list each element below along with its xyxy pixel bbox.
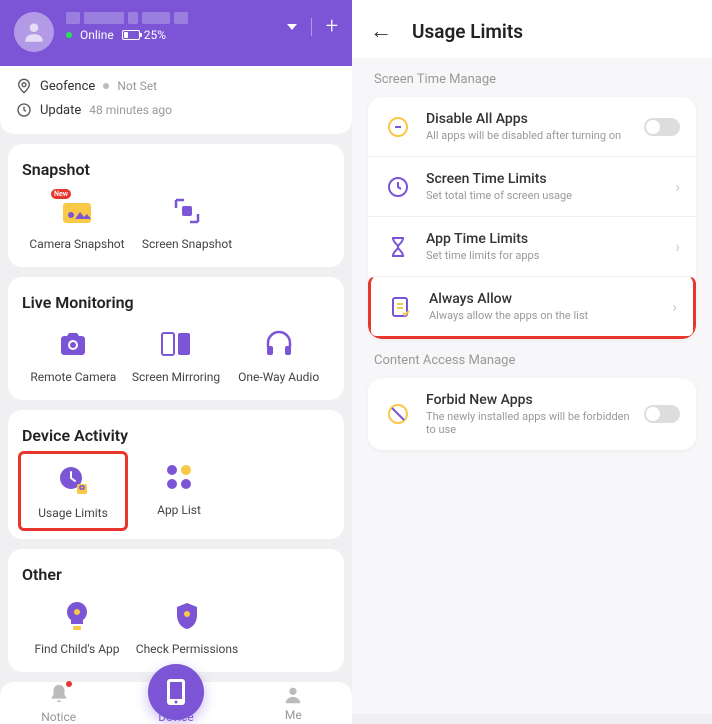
content-access-card: Forbid New Apps The newly installed apps… xyxy=(368,378,696,450)
online-dot-icon xyxy=(66,32,72,38)
phone-icon xyxy=(165,677,187,707)
lightbulb-icon xyxy=(59,598,95,634)
dot-icon xyxy=(103,83,109,89)
screen-snapshot-label: Screen Snapshot xyxy=(142,237,232,251)
snapshot-card: Snapshot New Camera Snapshot Screen Snap… xyxy=(8,144,344,267)
app-list-label: App List xyxy=(157,503,201,517)
disable-all-toggle[interactable] xyxy=(644,118,680,136)
camera-snapshot-label: Camera Snapshot xyxy=(29,237,124,251)
geofence-icon xyxy=(16,78,32,94)
always-allow-item[interactable]: Always Allow Always allow the apps on th… xyxy=(368,276,696,339)
new-badge: New xyxy=(51,189,71,199)
update-row[interactable]: Update 48 minutes ago xyxy=(16,98,336,122)
chevron-right-icon: › xyxy=(675,237,680,256)
screen-time-title: Screen Time Limits xyxy=(426,171,661,187)
checklist-icon xyxy=(387,293,415,321)
separator xyxy=(311,18,312,36)
one-way-audio-label: One-Way Audio xyxy=(238,370,319,384)
section-content-access-manage: Content Access Manage xyxy=(368,339,696,378)
screen-mirroring-icon xyxy=(158,326,194,362)
forbid-icon xyxy=(384,400,412,428)
chevron-right-icon: › xyxy=(675,177,680,196)
other-title: Other xyxy=(22,565,330,584)
forbid-new-sub: The newly installed apps will be forbidd… xyxy=(426,410,630,436)
screen-mirroring-label: Screen Mirroring xyxy=(132,370,220,384)
geofence-value: Not Set xyxy=(117,79,157,93)
forbid-new-title: Forbid New Apps xyxy=(426,392,630,408)
check-permissions-tile[interactable]: Check Permissions xyxy=(132,598,242,656)
clock-icon xyxy=(384,173,412,201)
chevron-right-icon: › xyxy=(672,297,677,316)
online-status: Online xyxy=(80,28,114,42)
back-button[interactable]: ← xyxy=(370,18,392,44)
screen-mirroring-tile[interactable]: Screen Mirroring xyxy=(125,326,228,384)
screen-time-sub: Set total time of screen usage xyxy=(426,189,661,202)
forbid-new-apps-item[interactable]: Forbid New Apps The newly installed apps… xyxy=(368,378,696,450)
camera-snapshot-tile[interactable]: New Camera Snapshot xyxy=(22,193,132,251)
geofence-row[interactable]: Geofence Not Set xyxy=(16,74,336,98)
check-permissions-label: Check Permissions xyxy=(136,642,238,656)
person-icon xyxy=(282,684,304,706)
battery-indicator: 25% xyxy=(122,28,166,42)
find-child-app-tile[interactable]: Find Child's App xyxy=(22,598,132,656)
disable-icon xyxy=(384,113,412,141)
notification-dot xyxy=(66,681,72,687)
screen-time-card: Disable All Apps All apps will be disabl… xyxy=(368,97,696,339)
shield-icon xyxy=(169,598,205,634)
disable-all-sub: All apps will be disabled after turning … xyxy=(426,129,630,142)
live-monitoring-card: Live Monitoring Remote Camera Screen Mir… xyxy=(8,277,344,400)
nav-me[interactable]: Me xyxy=(248,684,338,722)
screen-snapshot-tile[interactable]: Screen Snapshot xyxy=(132,193,242,251)
app-time-limits-item[interactable]: App Time Limits Set time limits for apps… xyxy=(368,216,696,276)
profile-header: Online 25% + xyxy=(0,0,352,66)
bottom-nav: Notice Device Me xyxy=(0,682,352,724)
remote-camera-tile[interactable]: Remote Camera xyxy=(22,326,125,384)
one-way-audio-tile[interactable]: One-Way Audio xyxy=(227,326,330,384)
usage-limits-tile[interactable]: Usage Limits xyxy=(18,451,128,531)
disable-all-apps-item[interactable]: Disable All Apps All apps will be disabl… xyxy=(368,97,696,156)
snapshot-title: Snapshot xyxy=(22,160,330,179)
remote-camera-label: Remote Camera xyxy=(30,370,116,384)
camera-icon xyxy=(55,326,91,362)
screen-snapshot-icon xyxy=(169,193,205,229)
app-list-icon xyxy=(161,459,197,495)
hourglass-icon xyxy=(384,233,412,261)
section-screen-time-manage: Screen Time Manage xyxy=(368,58,696,97)
other-card: Other Find Child's App Check Permissions xyxy=(8,549,344,672)
dropdown-icon[interactable] xyxy=(287,24,297,30)
clock-icon xyxy=(16,102,32,118)
nav-notice[interactable]: Notice xyxy=(14,683,104,724)
update-value: 48 minutes ago xyxy=(89,103,172,117)
app-time-title: App Time Limits xyxy=(426,231,661,247)
usage-limits-label: Usage Limits xyxy=(38,506,108,520)
nav-device-button[interactable] xyxy=(148,664,204,720)
disable-all-title: Disable All Apps xyxy=(426,111,630,127)
add-button[interactable]: + xyxy=(326,16,338,38)
always-allow-sub: Always allow the apps on the list xyxy=(429,309,658,322)
app-time-sub: Set time limits for apps xyxy=(426,249,661,262)
avatar[interactable] xyxy=(14,12,54,52)
status-card: Geofence Not Set Update 48 minutes ago xyxy=(0,66,352,134)
device-activity-card: Device Activity Usage Limits App List xyxy=(8,410,344,539)
geofence-label: Geofence xyxy=(40,79,95,94)
camera-snapshot-icon: New xyxy=(59,193,95,229)
page-title: Usage Limits xyxy=(412,20,523,43)
usage-limits-icon xyxy=(55,462,91,498)
nav-notice-label: Notice xyxy=(41,710,76,724)
bell-icon xyxy=(48,683,70,708)
screen-time-limits-item[interactable]: Screen Time Limits Set total time of scr… xyxy=(368,156,696,216)
find-child-label: Find Child's App xyxy=(34,642,119,656)
nav-me-label: Me xyxy=(285,708,302,722)
device-activity-title: Device Activity xyxy=(22,426,330,445)
app-list-tile[interactable]: App List xyxy=(124,459,234,523)
right-header: ← Usage Limits xyxy=(352,0,712,58)
update-label: Update xyxy=(40,103,81,118)
live-monitoring-title: Live Monitoring xyxy=(22,293,330,312)
headphones-icon xyxy=(261,326,297,362)
forbid-new-toggle[interactable] xyxy=(644,405,680,423)
always-allow-title: Always Allow xyxy=(429,291,658,307)
profile-name-redacted xyxy=(66,12,275,24)
